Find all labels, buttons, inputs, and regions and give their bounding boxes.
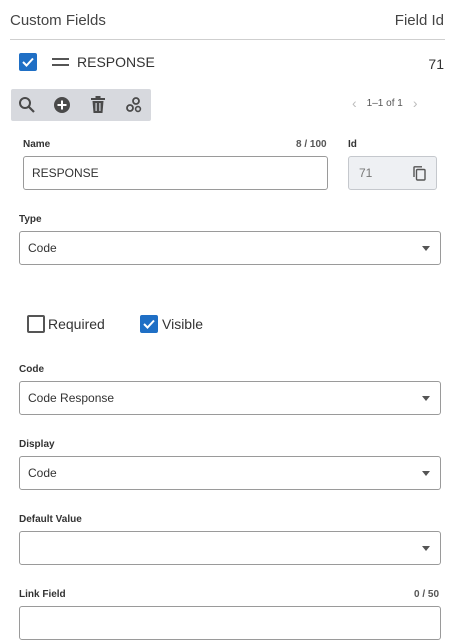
default-value-label: Default Value bbox=[19, 514, 82, 525]
copy-icon bbox=[413, 166, 426, 181]
display-label: Display bbox=[19, 439, 55, 450]
name-label: Name bbox=[23, 139, 51, 150]
name-counter: 8 / 100 bbox=[296, 139, 327, 150]
check-icon bbox=[143, 319, 155, 329]
row-field-name: RESPONSE bbox=[77, 54, 155, 70]
search-button[interactable] bbox=[17, 95, 37, 115]
settings-button[interactable] bbox=[124, 95, 144, 115]
required-checkbox[interactable] bbox=[27, 315, 45, 333]
default-value-select[interactable] bbox=[19, 531, 441, 565]
column-header-field-id: Field Id bbox=[394, 12, 444, 29]
link-field-input[interactable] bbox=[19, 606, 441, 640]
add-button[interactable] bbox=[52, 95, 72, 115]
visible-label: Visible bbox=[162, 316, 203, 332]
add-circle-icon bbox=[54, 97, 70, 113]
display-value: Code bbox=[28, 466, 57, 480]
pager: ‹ 1–1 of 1 › bbox=[352, 96, 418, 110]
type-select[interactable]: Code bbox=[19, 231, 441, 265]
toolbar bbox=[11, 89, 151, 121]
code-label: Code bbox=[19, 364, 44, 375]
type-value: Code bbox=[28, 241, 57, 255]
code-value: Code Response bbox=[28, 391, 115, 405]
type-label: Type bbox=[19, 214, 42, 225]
chevron-left-icon[interactable]: ‹ bbox=[352, 96, 357, 110]
chevron-down-icon bbox=[422, 246, 430, 251]
delete-button[interactable] bbox=[88, 95, 108, 115]
required-label: Required bbox=[48, 316, 105, 332]
code-select[interactable]: Code Response bbox=[19, 381, 441, 415]
chevron-right-icon[interactable]: › bbox=[413, 96, 418, 110]
panel-title: Custom Fields bbox=[10, 12, 106, 29]
chevron-down-icon bbox=[422, 396, 430, 401]
pager-text: 1–1 of 1 bbox=[366, 97, 403, 109]
chevron-down-icon bbox=[422, 471, 430, 476]
row-select-checkbox[interactable] bbox=[19, 53, 37, 71]
trash-icon bbox=[91, 96, 105, 113]
link-field-label: Link Field bbox=[19, 589, 66, 600]
search-icon bbox=[19, 97, 35, 113]
name-input[interactable]: RESPONSE bbox=[23, 156, 328, 190]
row-field-id: 71 bbox=[428, 56, 444, 72]
header-divider bbox=[10, 39, 445, 40]
copy-button[interactable] bbox=[413, 166, 426, 184]
chevron-down-icon bbox=[422, 546, 430, 551]
check-icon bbox=[22, 57, 34, 67]
name-value: RESPONSE bbox=[32, 166, 99, 180]
id-value: 71 bbox=[359, 166, 373, 180]
link-field-counter: 0 / 50 bbox=[414, 589, 440, 600]
gears-icon bbox=[126, 97, 142, 113]
id-field: 71 bbox=[348, 156, 437, 190]
drag-handle-icon[interactable] bbox=[52, 58, 69, 70]
visible-checkbox[interactable] bbox=[140, 315, 158, 333]
display-select[interactable]: Code bbox=[19, 456, 441, 490]
id-label: Id bbox=[348, 139, 357, 150]
